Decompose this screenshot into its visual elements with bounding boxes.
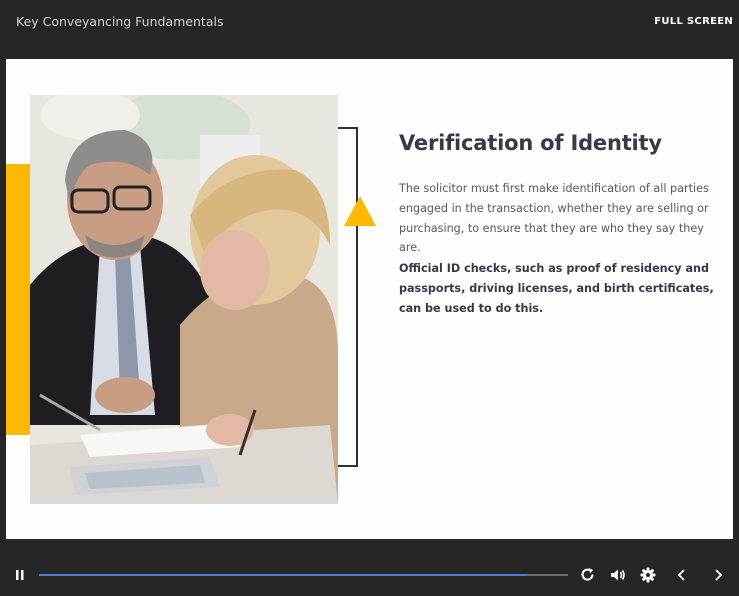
pause-icon	[10, 565, 30, 585]
chevron-right-icon	[708, 565, 728, 585]
slide-heading: Verification of Identity	[399, 131, 662, 155]
volume-button[interactable]	[608, 565, 628, 585]
slide-photo	[30, 95, 338, 504]
replay-icon	[578, 565, 598, 585]
gear-icon	[638, 565, 658, 585]
slide-body-text: The solicitor must first make identifica…	[399, 182, 709, 255]
chevron-left-icon	[672, 565, 692, 585]
player-controls	[0, 555, 739, 596]
course-title: Key Conveyancing Fundamentals	[16, 14, 224, 29]
volume-icon	[608, 565, 628, 585]
progress-bar[interactable]	[39, 574, 568, 576]
settings-button[interactable]	[638, 565, 658, 585]
pause-button[interactable]	[10, 565, 30, 585]
slide-bold-text: Official ID checks, such as proof of res…	[399, 262, 714, 315]
accent-bar	[6, 164, 30, 435]
slide-canvas: Verification of Identity The solicitor m…	[6, 59, 733, 539]
full-screen-button[interactable]: FULL SCREEN	[654, 16, 733, 27]
progress-fill	[39, 574, 526, 576]
next-button[interactable]	[708, 565, 728, 585]
triangle-marker	[344, 196, 376, 226]
replay-button[interactable]	[578, 565, 598, 585]
top-bar: Key Conveyancing Fundamentals FULL SCREE…	[0, 0, 739, 58]
previous-button[interactable]	[672, 565, 692, 585]
decorative-bracket	[338, 127, 358, 467]
